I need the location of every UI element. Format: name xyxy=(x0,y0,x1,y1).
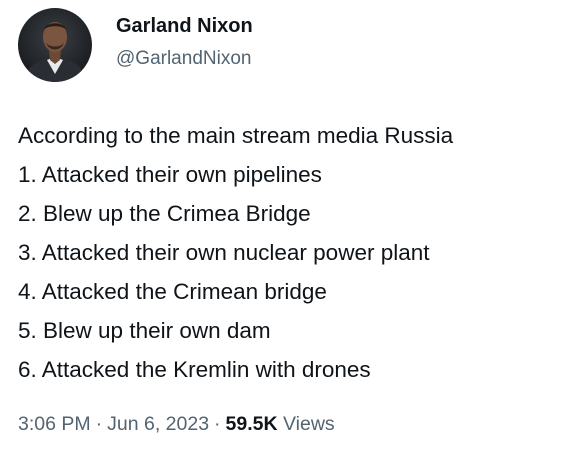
tweet-line: According to the main stream media Russi… xyxy=(18,123,454,148)
tweet-text: According to the main stream media Russi… xyxy=(18,116,578,389)
views-label: Views xyxy=(283,413,335,435)
author-display-name[interactable]: Garland Nixon xyxy=(116,13,253,39)
tweet-line: 5. Blew up their own dam xyxy=(18,318,271,343)
tweet-line: 1. Attacked their own pipelines xyxy=(18,162,322,187)
tweet-card: Garland Nixon @GarlandNixon According to… xyxy=(0,0,585,459)
tweet-time[interactable]: 3:06 PM xyxy=(18,413,91,435)
profile-photo-icon xyxy=(18,8,92,82)
tweet-metadata: 3:06 PM · Jun 6, 2023 · 59.5K Views xyxy=(18,410,335,438)
tweet-line: 2. Blew up the Crimea Bridge xyxy=(18,201,311,226)
avatar[interactable] xyxy=(18,8,92,82)
tweet-date[interactable]: Jun 6, 2023 xyxy=(107,413,209,435)
tweet-line: 3. Attacked their own nuclear power plan… xyxy=(18,240,430,265)
tweet-line: 4. Attacked the Crimean bridge xyxy=(18,279,327,304)
tweet-line: 6. Attacked the Kremlin with drones xyxy=(18,357,371,382)
separator: · xyxy=(214,413,221,435)
author-handle[interactable]: @GarlandNixon xyxy=(116,46,251,72)
views-count: 59.5K xyxy=(225,413,278,435)
separator: · xyxy=(95,413,103,435)
